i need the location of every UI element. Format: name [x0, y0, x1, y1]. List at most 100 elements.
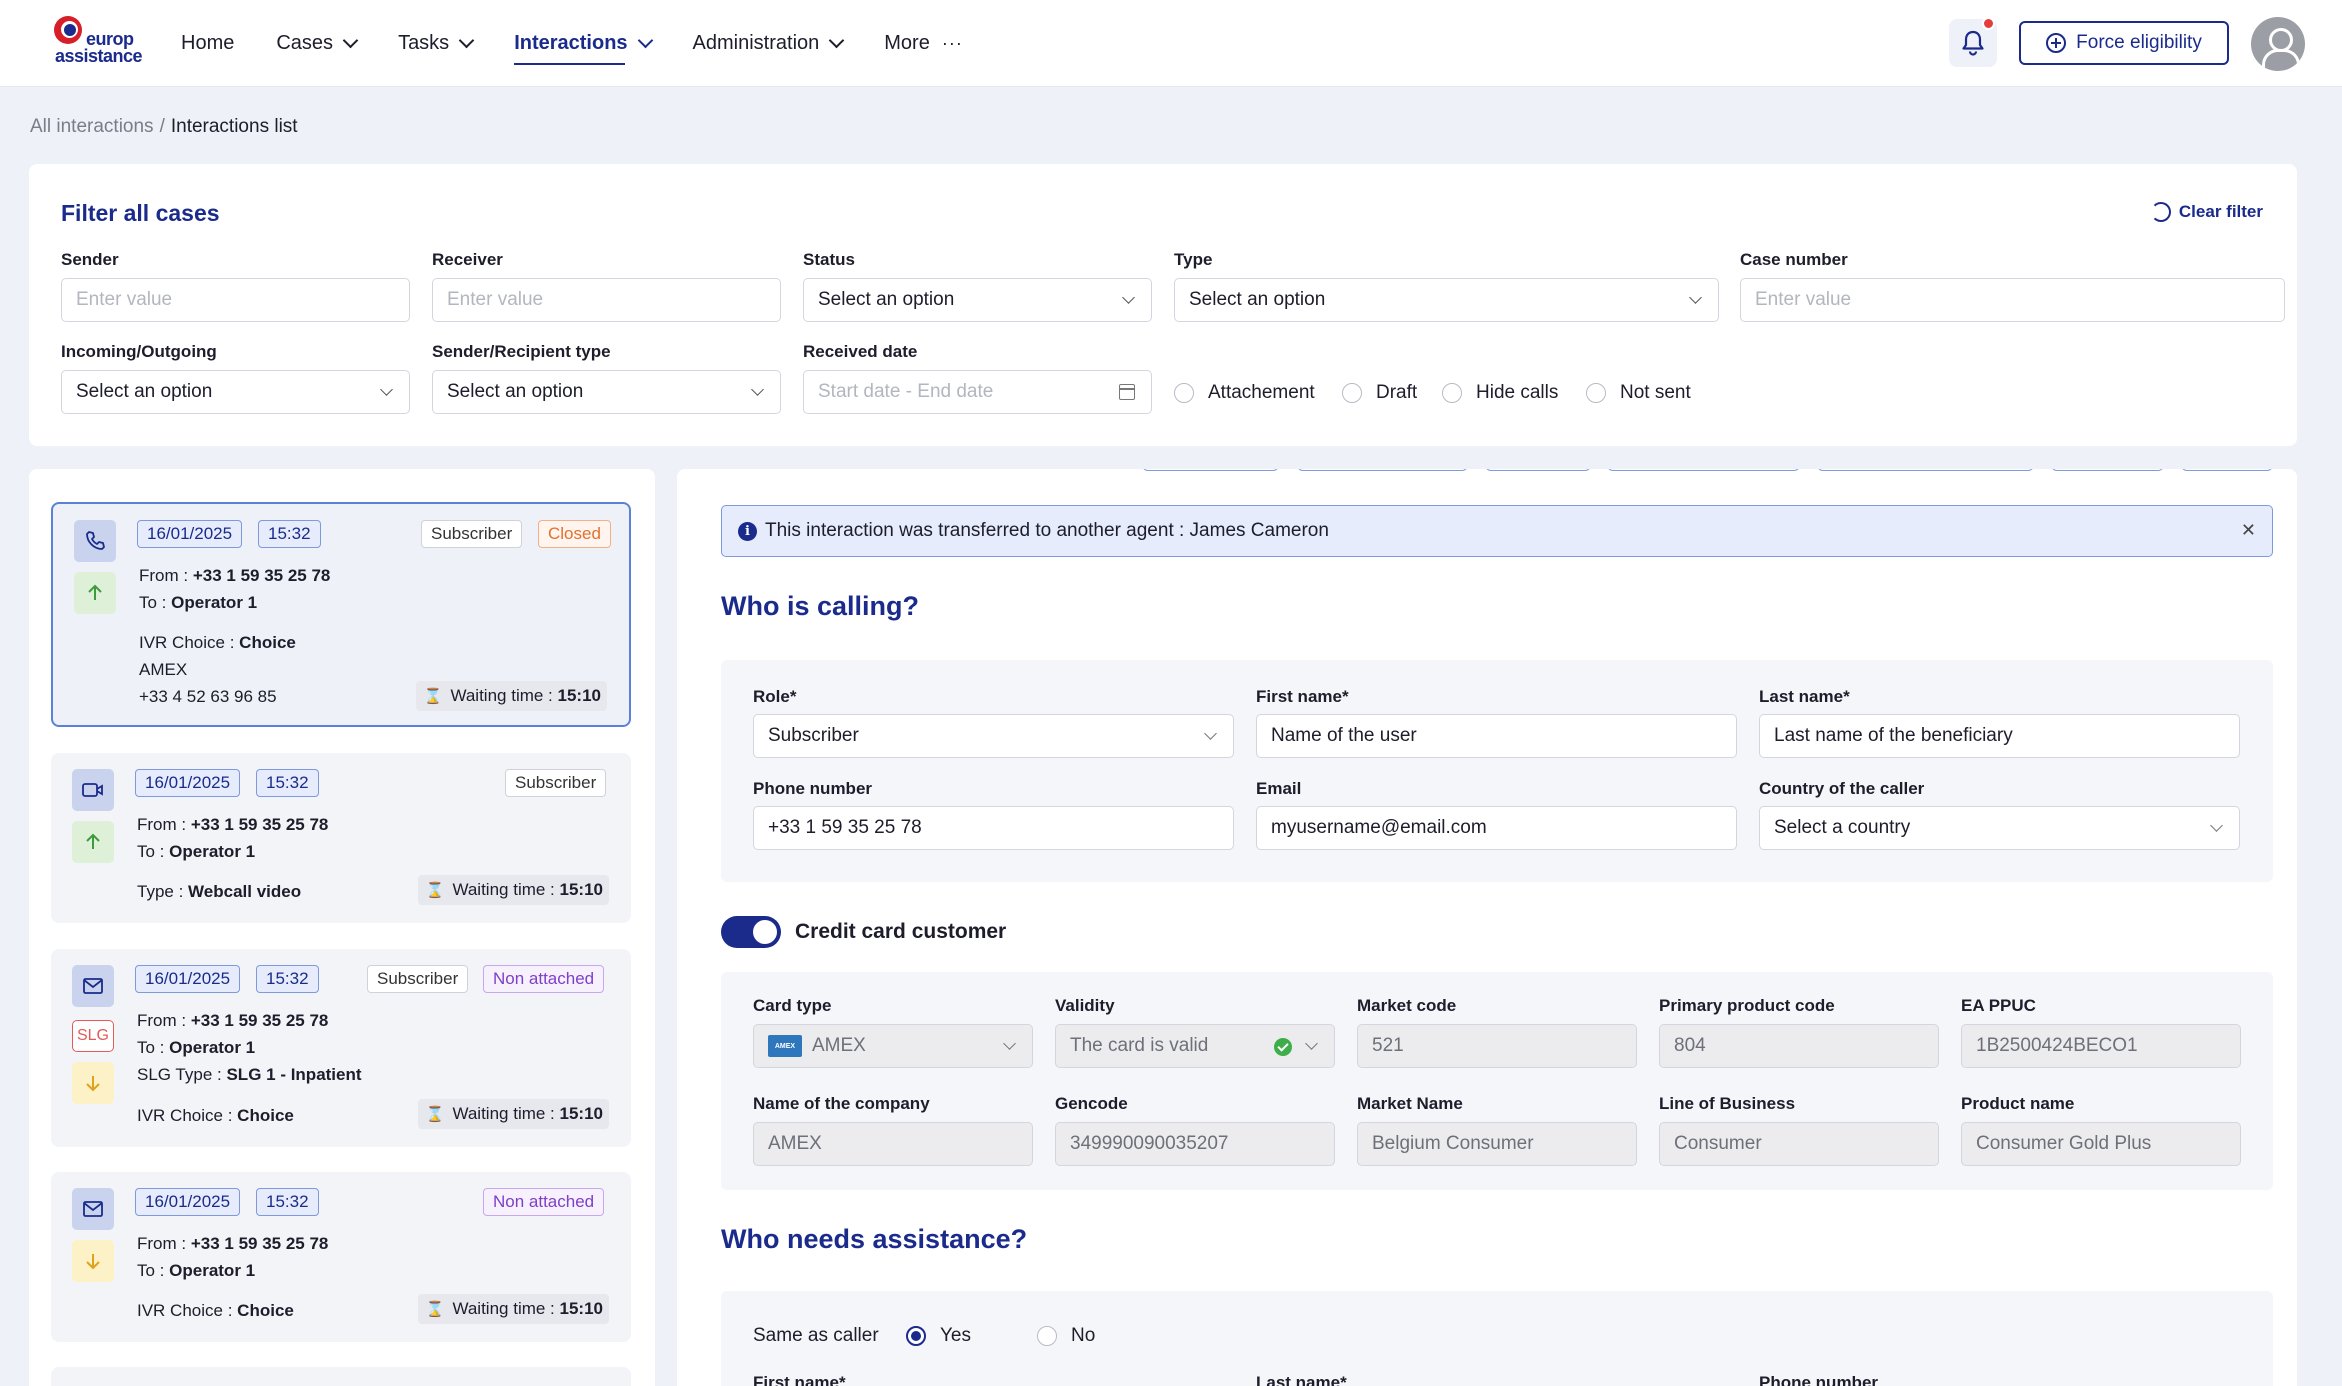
same-as-caller-no-radio[interactable]: No — [1037, 1325, 1095, 1347]
clear-filter-button[interactable]: Clear filter — [2150, 202, 2263, 222]
card-type-value: AMEX — [812, 1035, 866, 1056]
toolbar-tab-ghost[interactable] — [1297, 469, 1468, 471]
top-navigation-bar: europ assistance Home Cases Tasks Intera… — [0, 0, 2342, 87]
role-select[interactable]: Subscriber — [753, 714, 1234, 758]
draft-label: Draft — [1376, 382, 1418, 403]
interaction-card-partial[interactable] — [51, 1367, 631, 1386]
video-camera-icon — [72, 769, 114, 811]
bell-icon — [1962, 30, 1984, 56]
card-type-select[interactable]: AMEX AMEX — [753, 1024, 1033, 1068]
nav-more-label: More — [884, 32, 930, 54]
incoming-outgoing-select[interactable]: Select an option — [61, 370, 410, 414]
market-name-field: Belgium Consumer — [1357, 1122, 1637, 1166]
status-badge: Non attached — [483, 965, 605, 993]
refresh-icon — [2150, 202, 2171, 222]
market-code-field: 521 — [1357, 1024, 1637, 1068]
date-tag: 16/01/2025 — [135, 1188, 241, 1216]
chevron-down-icon — [1003, 1037, 1016, 1050]
country-select[interactable]: Select a country — [1759, 806, 2240, 850]
sender-recipient-type-select[interactable]: Select an option — [432, 370, 781, 414]
nav-interactions[interactable]: Interactions — [514, 0, 653, 87]
waiting-time-value: 15:10 — [559, 1104, 603, 1123]
case-number-input[interactable]: Enter value — [1740, 278, 2285, 322]
hide-calls-checkbox[interactable]: Hide calls — [1442, 382, 1558, 404]
nav-administration[interactable]: Administration — [693, 0, 845, 87]
toolbar-tab-ghost[interactable] — [2051, 469, 2164, 471]
status-label: Status — [803, 250, 855, 269]
waiting-time-label: Waiting time : — [450, 686, 553, 705]
status-select[interactable]: Select an option — [803, 278, 1152, 322]
toolbar-tab-ghost[interactable] — [1485, 469, 1591, 471]
user-avatar[interactable] — [2251, 17, 2305, 71]
first-name-input[interactable]: Name of the user — [1256, 714, 1737, 758]
notifications-button[interactable] — [1949, 17, 1997, 67]
date-tag: 16/01/2025 — [137, 520, 243, 548]
same-as-caller-label: Same as caller — [753, 1325, 879, 1346]
attachment-checkbox[interactable]: Attachement — [1174, 382, 1315, 404]
breadcrumb-root-link[interactable]: All interactions — [30, 116, 154, 137]
to-label: To : — [137, 1261, 165, 1280]
draft-checkbox[interactable]: Draft — [1342, 382, 1417, 404]
sender-recipient-type-label: Sender/Recipient type — [432, 342, 611, 361]
type-label: Type : — [137, 882, 184, 901]
interaction-card-email[interactable]: 16/01/2025 15:32 Non attached From : +33… — [51, 1172, 631, 1342]
type-select-value: Select an option — [1189, 289, 1326, 310]
toolbar-tab-ghost[interactable] — [1817, 469, 2034, 471]
close-icon[interactable]: ✕ — [2241, 520, 2256, 541]
nav-cases-label: Cases — [276, 32, 334, 54]
validity-label: Validity — [1055, 996, 1115, 1015]
nav-tasks[interactable]: Tasks — [398, 0, 475, 87]
from-line: From : +33 1 59 35 25 78 — [137, 815, 328, 835]
chevron-down-icon — [751, 383, 764, 396]
last-name-input[interactable]: Last name of the beneficiary — [1759, 714, 2240, 758]
check-circle-icon — [1274, 1038, 1292, 1056]
toolbar-tab-ghost[interactable] — [1142, 469, 1279, 471]
from-label: From : — [137, 1011, 187, 1030]
market-name-label: Market Name — [1357, 1094, 1463, 1113]
caller-form: Role* Subscriber First name* Name of the… — [721, 660, 2273, 882]
role-value: Subscriber — [768, 725, 859, 746]
not-sent-checkbox[interactable]: Not sent — [1586, 382, 1691, 404]
toolbar-tab-ghost[interactable] — [1607, 469, 1800, 471]
from-value: +33 1 59 35 25 78 — [190, 815, 329, 834]
checkbox-circle — [1442, 383, 1462, 403]
to-value: Operator 1 — [169, 1261, 256, 1280]
who-is-calling-title: Who is calling? — [721, 591, 920, 621]
interaction-card-email-slg[interactable]: SLG 16/01/2025 15:32 Subscriber Non atta… — [51, 949, 631, 1147]
toolbar-tab-ghost[interactable] — [2181, 469, 2273, 471]
chevron-down-icon — [1689, 291, 1702, 304]
type-select[interactable]: Select an option — [1174, 278, 1719, 322]
radio-unselected-icon — [1037, 1326, 1057, 1346]
force-eligibility-button[interactable]: Force eligibility — [2019, 21, 2229, 65]
nav-cases[interactable]: Cases — [276, 0, 359, 87]
sender-input[interactable]: Enter value — [61, 278, 410, 322]
receiver-input[interactable]: Enter value — [432, 278, 781, 322]
received-date-input[interactable]: Start date - End date — [803, 370, 1152, 414]
mail-icon — [72, 965, 114, 1007]
nav-more[interactable]: More ··· — [884, 0, 963, 87]
same-as-caller-yes-radio[interactable]: Yes — [906, 1325, 971, 1347]
nav-home[interactable]: Home — [181, 0, 234, 87]
banner-text: This interaction was transferred to anot… — [765, 520, 1329, 541]
breadcrumb-current: Interactions list — [170, 116, 298, 137]
status-badge: Non attached — [483, 1188, 605, 1216]
type-value: Webcall video — [188, 882, 302, 901]
phone-input[interactable]: +33 1 59 35 25 78 — [753, 806, 1234, 850]
incoming-outgoing-value: Select an option — [76, 381, 213, 402]
email-input[interactable]: myusername@email.com — [1256, 806, 1737, 850]
slg-badge: SLG — [72, 1020, 114, 1052]
not-sent-label: Not sent — [1620, 382, 1691, 403]
validity-select[interactable]: The card is valid — [1055, 1024, 1335, 1068]
europ-assistance-logo[interactable]: europ assistance — [52, 16, 143, 68]
ivr-value: Choice — [239, 633, 296, 652]
interaction-card-phone[interactable]: 16/01/2025 15:32 Subscriber Closed From … — [51, 502, 631, 727]
beneficiary-last-name-label: Last name* — [1256, 1373, 1347, 1386]
sender-type-tag: Subscriber — [367, 965, 469, 993]
interaction-card-video[interactable]: 16/01/2025 15:32 Subscriber From : +33 1… — [51, 753, 631, 923]
incoming-outgoing-label: Incoming/Outgoing — [61, 342, 217, 361]
interaction-detail-panel: i This interaction was transferred to an… — [677, 469, 2297, 1386]
credit-card-toggle[interactable] — [721, 916, 781, 948]
arrow-up-outgoing-icon — [72, 821, 114, 863]
chevron-down-icon — [380, 383, 393, 396]
line-of-business-field: Consumer — [1659, 1122, 1939, 1166]
